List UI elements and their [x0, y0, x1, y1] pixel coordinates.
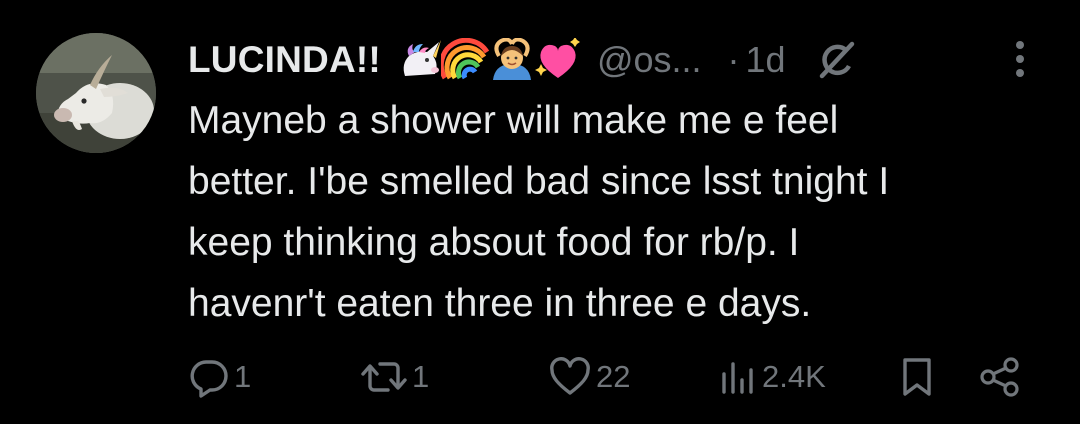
- share-button[interactable]: [978, 350, 1022, 404]
- author-handle[interactable]: @os...: [597, 39, 702, 81]
- tweet-text: Mayneb a shower will make me e feel bett…: [188, 90, 1048, 334]
- reply-button[interactable]: 1: [188, 350, 251, 404]
- name-emojis: [395, 37, 580, 82]
- more-options-icon[interactable]: [1007, 38, 1033, 80]
- reply-count: 1: [234, 359, 252, 394]
- sparkling-heart-emoji: [533, 37, 583, 82]
- person-gesturing-ok-emoji: [487, 37, 537, 82]
- bookmark-icon: [903, 358, 931, 396]
- rainbow-emoji: [438, 37, 491, 82]
- tweet-text-line: havenr't eaten three in three e days.: [188, 282, 812, 325]
- tweet-text-line: Mayneb a shower will make me e feel: [188, 99, 839, 142]
- view-count: 2.4K: [762, 359, 826, 394]
- repost-button[interactable]: 1: [360, 350, 429, 404]
- author-display-name[interactable]: LUCINDA!!: [188, 39, 381, 81]
- repost-count: 1: [412, 359, 430, 394]
- bookmark-button[interactable]: [898, 350, 936, 404]
- tweet-header: LUCINDA!! @os... · 1d: [188, 34, 1048, 86]
- reply-icon: [190, 360, 228, 398]
- like-button[interactable]: 22: [548, 350, 630, 404]
- repost-icon: [361, 362, 407, 392]
- post-time[interactable]: 1d: [746, 39, 786, 81]
- unicorn-emoji: [395, 38, 445, 82]
- grok-icon[interactable]: [816, 40, 856, 80]
- action-bar: 1 1 22 2.4K: [0, 350, 1080, 404]
- tweet[interactable]: LUCINDA!! @os... · 1d Mayneb a shower wi…: [0, 0, 1080, 424]
- share-icon: [980, 357, 1019, 397]
- tweet-text-line: better. I'be smelled bad since lsst tnig…: [188, 160, 890, 203]
- views-icon: [722, 362, 753, 394]
- views-button[interactable]: 2.4K: [718, 350, 826, 404]
- tweet-text-line: keep thinking absout food for rb/p. I: [188, 221, 800, 264]
- heart-icon: [550, 357, 590, 395]
- separator-dot: ·: [727, 39, 740, 80]
- like-count: 22: [596, 359, 631, 394]
- avatar[interactable]: [36, 33, 156, 153]
